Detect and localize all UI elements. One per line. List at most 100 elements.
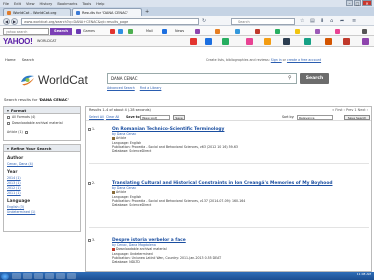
minimize-button[interactable]: – bbox=[346, 0, 353, 6]
facet-link[interactable]: 2012 (1) bbox=[7, 186, 21, 190]
menu-history[interactable]: History bbox=[40, 2, 53, 6]
toolbar-games[interactable]: Games bbox=[83, 29, 95, 33]
toolbar-app-icon[interactable] bbox=[295, 28, 300, 34]
clear-all-link[interactable]: Clear All bbox=[106, 115, 119, 119]
find-library-link[interactable]: Find a Library bbox=[140, 86, 162, 90]
facet-link[interactable]: 2014 (1) bbox=[7, 176, 21, 180]
system-clock[interactable]: 11:08 AM bbox=[357, 272, 371, 277]
bookmark-icon[interactable] bbox=[205, 38, 212, 45]
taskbar-app-icon[interactable] bbox=[34, 273, 43, 279]
yahoo-icon[interactable] bbox=[76, 28, 81, 34]
tab-worldcat[interactable]: WorldCat - WorldCat.org bbox=[3, 8, 71, 16]
maximize-button[interactable]: □ bbox=[354, 0, 361, 6]
refine-header[interactable]: ▾ Refine Your Search bbox=[4, 145, 80, 152]
browser-search-input[interactable]: Search bbox=[231, 17, 295, 25]
worldcat-logo[interactable]: WorldCat bbox=[19, 72, 88, 87]
back-icon[interactable]: ◀ bbox=[3, 17, 10, 25]
toolbar-app-icon[interactable] bbox=[118, 28, 123, 34]
checkbox[interactable] bbox=[7, 115, 10, 119]
bookmark-icon[interactable] bbox=[246, 38, 253, 45]
toolbar-app-icon[interactable] bbox=[275, 28, 280, 34]
bookmark-icon[interactable] bbox=[343, 38, 350, 45]
save-to-select[interactable]: [New List] bbox=[140, 114, 170, 120]
settings-icon[interactable] bbox=[362, 28, 367, 34]
menu-help[interactable]: Help bbox=[96, 2, 104, 6]
bookmark-icon[interactable] bbox=[325, 38, 332, 45]
url-bar[interactable]: www.worldcat.org/search?q=DANA+CENAC&qt=… bbox=[21, 17, 199, 25]
menu-edit[interactable]: Edit bbox=[14, 2, 21, 6]
toolbar-app-icon[interactable] bbox=[110, 28, 115, 34]
toolbar-app-icon[interactable] bbox=[128, 28, 133, 34]
toolbar-app-icon[interactable] bbox=[235, 28, 240, 34]
close-window-button[interactable]: ✕ bbox=[362, 0, 372, 6]
facet-link[interactable]: English (3) bbox=[7, 205, 24, 209]
toolbar-mail[interactable]: Mail bbox=[146, 29, 153, 33]
menu-bookmarks[interactable]: Bookmarks bbox=[57, 2, 77, 6]
yahoo-search-button[interactable]: Search bbox=[50, 27, 72, 35]
nav-search[interactable]: Search bbox=[22, 58, 34, 62]
forward-icon[interactable]: ▶ bbox=[11, 17, 18, 25]
result-checkbox[interactable] bbox=[88, 127, 91, 131]
toolbar-app-icon[interactable] bbox=[255, 28, 260, 34]
result-checkbox[interactable] bbox=[88, 181, 91, 185]
taskbar-app-icon[interactable] bbox=[56, 273, 65, 279]
download-icon[interactable]: ⬇ bbox=[320, 18, 324, 24]
share-icon[interactable]: ➦ bbox=[340, 18, 344, 24]
bookmark-icon[interactable] bbox=[304, 38, 311, 45]
bookmarks-icon[interactable]: ▤ bbox=[310, 18, 315, 24]
worldcat-search-input[interactable]: DANA CENAC bbox=[107, 73, 297, 84]
select-all-link[interactable]: Select All bbox=[89, 115, 104, 119]
bookmark-worldcat[interactable]: WORLDCAT bbox=[37, 39, 56, 43]
save-search-button[interactable]: Save Search bbox=[344, 114, 370, 120]
toolbar-app-icon[interactable] bbox=[335, 28, 340, 34]
format-option[interactable]: Downloadable archival material bbox=[4, 120, 80, 126]
facet-link[interactable]: Cenac, Dana (4) bbox=[7, 162, 33, 166]
home-icon[interactable]: ⌂ bbox=[330, 18, 333, 24]
search-icon[interactable]: ⚲ bbox=[288, 75, 292, 81]
facet-link[interactable]: Undetermined (1) bbox=[7, 210, 35, 214]
bookmark-icon[interactable] bbox=[264, 38, 271, 45]
tab-results[interactable]: Results for 'DANA CENAC' bbox=[72, 8, 142, 16]
format-option[interactable]: Article (1) bbox=[4, 129, 80, 135]
taskbar-app-icon[interactable] bbox=[12, 273, 21, 279]
taskbar-app-icon[interactable] bbox=[45, 273, 54, 279]
result-title[interactable]: Translating Cultural and Historical Cons… bbox=[112, 181, 367, 186]
result-index: 2. bbox=[92, 181, 96, 185]
sort-select[interactable]: Relevance bbox=[297, 114, 333, 120]
yahoo-logo[interactable]: YAHOO! bbox=[3, 37, 33, 46]
toolbar-app-icon[interactable] bbox=[215, 28, 220, 34]
checkbox[interactable] bbox=[24, 130, 28, 134]
reload-icon[interactable]: ↻ bbox=[202, 18, 206, 24]
menu-icon[interactable]: ≡ bbox=[352, 18, 356, 24]
taskbar-app-icon[interactable] bbox=[67, 273, 76, 279]
advanced-search-link[interactable]: Advanced Search bbox=[107, 86, 135, 90]
star-icon[interactable]: ☆ bbox=[300, 18, 304, 24]
create-account-link[interactable]: create a free account bbox=[287, 58, 321, 62]
save-button[interactable]: Save bbox=[173, 114, 185, 120]
search-button[interactable]: Search bbox=[300, 73, 329, 84]
bookmark-icon[interactable] bbox=[283, 38, 290, 45]
start-button-icon[interactable] bbox=[1, 272, 9, 280]
mail-icon[interactable] bbox=[162, 28, 167, 34]
format-header[interactable]: ▾ Format bbox=[4, 107, 80, 114]
taskbar-app-icon[interactable] bbox=[23, 273, 32, 279]
new-tab-button[interactable]: + bbox=[145, 9, 149, 15]
bookmark-icon[interactable] bbox=[362, 38, 369, 45]
checkbox[interactable] bbox=[7, 121, 10, 125]
menu-tools[interactable]: Tools bbox=[82, 2, 91, 6]
result-checkbox[interactable] bbox=[88, 238, 91, 242]
facet-link[interactable]: 2011 (1) bbox=[7, 191, 21, 195]
toolbar-app-icon[interactable] bbox=[315, 28, 320, 34]
result-number: 2. bbox=[88, 181, 95, 185]
bookmark-icon[interactable] bbox=[222, 38, 229, 45]
pager[interactable]: « First ‹ Prev 1 Next › bbox=[332, 108, 368, 112]
toolbar-news[interactable]: News bbox=[175, 29, 184, 33]
toolbar-app-icon[interactable] bbox=[195, 28, 200, 34]
bookmark-icon[interactable] bbox=[190, 38, 197, 45]
yahoo-search-input[interactable]: yahoo search bbox=[3, 27, 49, 35]
menu-view[interactable]: View bbox=[26, 2, 35, 6]
nav-home[interactable]: Home bbox=[5, 58, 16, 62]
facet-link[interactable]: 2013 (1) bbox=[7, 181, 21, 185]
sign-in-link[interactable]: Sign in bbox=[271, 58, 282, 62]
menu-file[interactable]: File bbox=[3, 2, 9, 6]
